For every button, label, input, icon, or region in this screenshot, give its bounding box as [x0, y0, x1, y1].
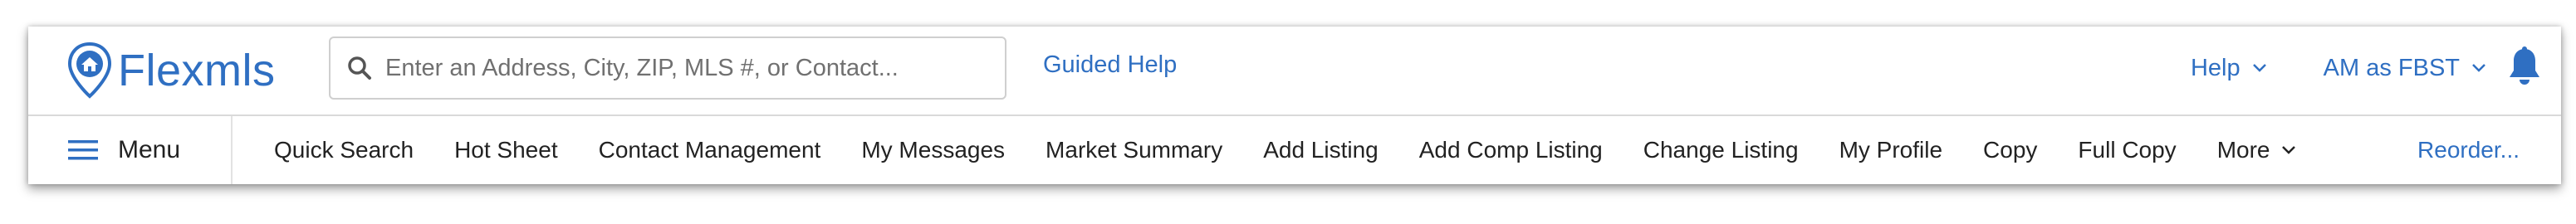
app-header: Flexmls Guided Help Help [28, 27, 2561, 184]
notifications-bell[interactable] [2506, 46, 2543, 91]
nav-item-my-profile[interactable]: My Profile [1839, 137, 1942, 163]
nav-divider [231, 116, 233, 184]
menu-label: Menu [118, 136, 181, 163]
chevron-down-icon [2281, 145, 2296, 155]
nav-items: Quick Search Hot Sheet Contact Managemen… [274, 116, 2337, 184]
nav-item-change-listing[interactable]: Change Listing [1643, 137, 1799, 163]
search-input[interactable] [384, 53, 968, 83]
user-dropdown[interactable]: AM as FBST [2324, 55, 2486, 82]
nav-item-hot-sheet[interactable]: Hot Sheet [454, 137, 558, 163]
nav-item-add-listing[interactable]: Add Listing [1263, 137, 1379, 163]
bell-icon [2506, 46, 2543, 91]
help-label: Help [2190, 54, 2241, 81]
user-label: AM as FBST [2323, 54, 2460, 81]
reorder-link[interactable]: Reorder... [2417, 116, 2520, 184]
menu-button[interactable]: Menu [68, 116, 180, 184]
hamburger-icon [68, 139, 98, 162]
search-box[interactable] [329, 37, 1006, 100]
chevron-down-icon [2252, 63, 2267, 73]
top-bar: Flexmls Guided Help Help [28, 27, 2561, 116]
guided-help-link[interactable]: Guided Help [1043, 51, 1177, 79]
nav-item-full-copy[interactable]: Full Copy [2078, 137, 2176, 163]
more-label: More [2216, 137, 2270, 163]
brand-name: Flexmls [118, 46, 276, 95]
nav-bar: Menu Quick Search Hot Sheet Contact Mana… [28, 116, 2561, 184]
search-icon [347, 56, 372, 80]
help-dropdown[interactable]: Help [2191, 55, 2267, 82]
chevron-down-icon [2471, 63, 2486, 73]
nav-item-quick-search[interactable]: Quick Search [274, 137, 414, 163]
nav-item-my-messages[interactable]: My Messages [861, 137, 1005, 163]
house-pin-icon [66, 41, 113, 100]
nav-item-add-comp-listing[interactable]: Add Comp Listing [1419, 137, 1603, 163]
nav-item-more[interactable]: More [2217, 137, 2297, 163]
nav-item-market-summary[interactable]: Market Summary [1046, 137, 1222, 163]
flexmls-logo[interactable]: Flexmls [66, 41, 276, 100]
nav-item-contact-management[interactable]: Contact Management [599, 137, 821, 163]
nav-item-copy[interactable]: Copy [1983, 137, 2037, 163]
header-actions: Help AM as FBST [2191, 43, 2543, 93]
